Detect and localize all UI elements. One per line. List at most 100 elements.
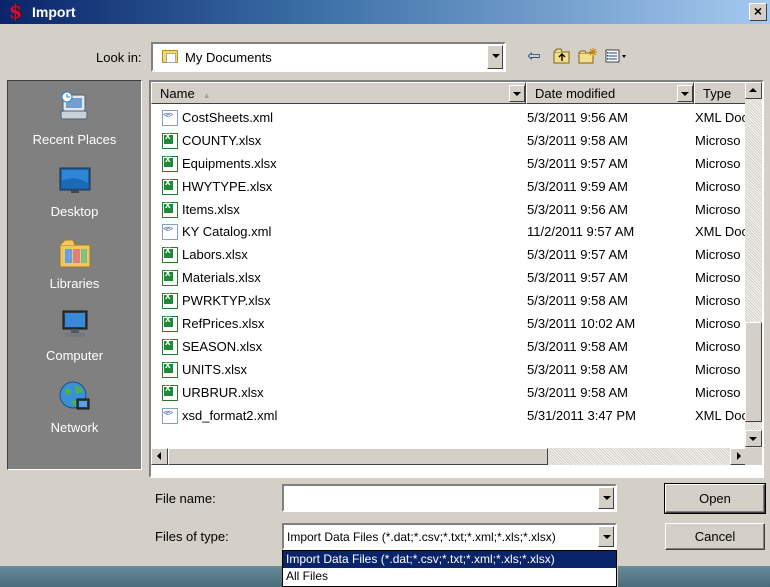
xml-file-icon — [162, 224, 178, 241]
file-type: Microso — [695, 270, 741, 286]
file-type: XML Doc — [695, 407, 748, 423]
file-row[interactable]: HWYTYPE.xlsx 5/3/2011 9:59 AM Microso — [151, 176, 746, 199]
file-name: HWYTYPE.xlsx — [182, 178, 273, 194]
excel-file-icon — [162, 314, 178, 333]
file-date: 5/3/2011 9:57 AM — [527, 247, 628, 263]
file-type: Microso — [695, 247, 741, 263]
filetype-label: Files of type: — [155, 529, 229, 544]
place-computer[interactable]: Computer — [8, 305, 141, 377]
column-filter-name-button[interactable] — [509, 85, 525, 102]
column-header-type[interactable]: Type — [694, 82, 746, 104]
back-icon[interactable]: ⇦ — [523, 48, 545, 68]
file-date: 5/3/2011 9:59 AM — [527, 178, 628, 194]
file-name: CostSheets.xml — [182, 110, 274, 125]
file-name: PWRKTYP.xlsx — [182, 293, 271, 309]
file-date: 11/2/2011 9:57 AM — [527, 224, 635, 240]
file-row[interactable]: URBRUR.xlsx 5/3/2011 9:58 AM Microso — [151, 382, 746, 405]
file-type: XML Doc — [695, 224, 748, 240]
file-row[interactable]: Items.xlsx 5/3/2011 9:56 AM Microso — [151, 199, 746, 222]
file-name: KY Catalog.xml — [182, 224, 272, 240]
horizontal-scroll-thumb[interactable] — [168, 448, 548, 465]
place-network[interactable]: Network — [8, 377, 141, 449]
place-label: Computer — [45, 348, 104, 363]
file-row[interactable]: COUNTY.xlsx 5/3/2011 9:58 AM Microso — [151, 130, 746, 153]
desktop-background — [0, 566, 282, 587]
column-header-label: Date modified — [535, 86, 616, 101]
window-title: Import — [32, 4, 76, 20]
place-label: Network — [50, 420, 99, 435]
views-menu-icon[interactable] — [605, 48, 627, 68]
file-row[interactable]: SEASON.xlsx 5/3/2011 9:58 AM Microso — [151, 336, 746, 359]
place-libraries[interactable]: Libraries — [8, 233, 141, 305]
chevron-down-icon[interactable] — [487, 45, 503, 69]
file-date: 5/3/2011 9:57 AM — [527, 270, 628, 286]
title-bar[interactable]: $ Import × — [0, 0, 770, 24]
lookin-combo[interactable]: My Documents — [151, 42, 506, 72]
filetype-select[interactable]: Import Data Files (*.dat;*.csv;*.txt;*.x… — [282, 523, 617, 550]
recent-places-icon — [60, 91, 87, 120]
file-date: 5/3/2011 9:58 AM — [527, 293, 628, 309]
open-button[interactable]: Open — [664, 483, 766, 514]
file-type: Microso — [695, 384, 741, 400]
file-date: 5/3/2011 9:56 AM — [527, 201, 628, 217]
file-name: Labors.xlsx — [182, 247, 248, 263]
close-button[interactable]: × — [749, 3, 767, 21]
file-date: 5/3/2011 9:57 AM — [527, 155, 628, 171]
file-type: Microso — [695, 155, 741, 171]
column-header-date[interactable]: Date modified — [526, 82, 694, 104]
file-type: Microso — [695, 178, 741, 194]
file-row[interactable]: CostSheets.xml 5/3/2011 9:56 AM XML Doc — [151, 107, 748, 130]
chevron-down-icon[interactable] — [598, 487, 614, 509]
place-desktop[interactable]: Desktop — [8, 161, 141, 233]
scroll-left-button[interactable] — [151, 448, 168, 465]
excel-file-icon — [162, 360, 178, 378]
excel-file-icon — [162, 245, 178, 264]
up-folder-icon[interactable] — [551, 48, 573, 68]
file-date: 5/3/2011 9:58 AM — [527, 338, 628, 354]
file-row[interactable]: Equipments.xlsx 5/3/2011 9:57 AM Microso — [151, 153, 746, 176]
file-row[interactable]: Materials.xlsx 5/3/2011 9:57 AM Microso — [151, 267, 746, 290]
file-row[interactable]: xsd_format2.xml 5/31/2011 3:47 PM XML Doc — [151, 405, 748, 428]
column-header-name[interactable]: Name ▲ — [151, 82, 526, 104]
chevron-down-icon[interactable] — [598, 526, 614, 547]
horizontal-scrollbar[interactable] — [151, 448, 747, 465]
new-folder-icon[interactable] — [577, 48, 599, 68]
sort-ascending-icon: ▲ — [202, 91, 211, 100]
scroll-down-button[interactable] — [745, 430, 762, 447]
place-recent-places[interactable]: Recent Places — [8, 89, 141, 161]
lookin-value: My Documents — [185, 50, 272, 65]
import-dialog: $ Import × Look in: My Documents ⇦ Recen… — [0, 0, 770, 587]
xml-file-icon — [162, 110, 178, 126]
cancel-button[interactable]: Cancel — [665, 523, 765, 550]
dropdown-option[interactable]: All Files — [283, 568, 616, 585]
file-name: Materials.xlsx — [182, 270, 261, 286]
file-row[interactable]: UNITS.xlsx 5/3/2011 9:58 AM Microso — [151, 359, 746, 382]
filetype-value: Import Data Files (*.dat;*.csv;*.txt;*.x… — [287, 530, 556, 544]
dropdown-option[interactable]: Import Data Files (*.dat;*.csv;*.txt;*.x… — [283, 551, 616, 568]
column-header-label: Name — [160, 86, 195, 101]
file-name: Items.xlsx — [182, 201, 240, 217]
filename-input[interactable] — [282, 484, 617, 512]
file-type: XML Doc — [695, 110, 748, 125]
lookin-label: Look in: — [96, 50, 142, 65]
column-headers: Name ▲ Date modified Type — [151, 82, 746, 104]
file-row[interactable]: PWRKTYP.xlsx 5/3/2011 9:58 AM Microso — [151, 290, 746, 313]
file-row[interactable]: KY Catalog.xml 11/2/2011 9:57 AM XML Doc — [151, 221, 748, 244]
my-documents-icon — [162, 50, 178, 63]
place-label: Desktop — [50, 204, 99, 219]
file-row[interactable]: Labors.xlsx 5/3/2011 9:57 AM Microso — [151, 244, 746, 267]
vertical-scroll-thumb[interactable] — [745, 322, 762, 422]
scroll-up-button[interactable] — [745, 82, 762, 99]
column-filter-date-button[interactable] — [677, 85, 693, 102]
file-row[interactable]: RefPrices.xlsx 5/3/2011 10:02 AM Microso — [151, 313, 746, 336]
file-type: Microso — [695, 293, 741, 309]
desktop-icon — [59, 167, 90, 193]
excel-file-icon — [162, 131, 178, 149]
network-icon — [59, 381, 89, 410]
vertical-scrollbar[interactable] — [745, 82, 762, 459]
file-list[interactable]: Name ▲ Date modified Type CostSheets.xml 5… — [149, 80, 764, 478]
file-name: UNITS.xlsx — [182, 361, 247, 377]
file-type: Microso — [695, 361, 741, 377]
file-name: Equipments.xlsx — [182, 155, 277, 171]
filetype-dropdown-list: Import Data Files (*.dat;*.csv;*.txt;*.x… — [282, 550, 617, 587]
